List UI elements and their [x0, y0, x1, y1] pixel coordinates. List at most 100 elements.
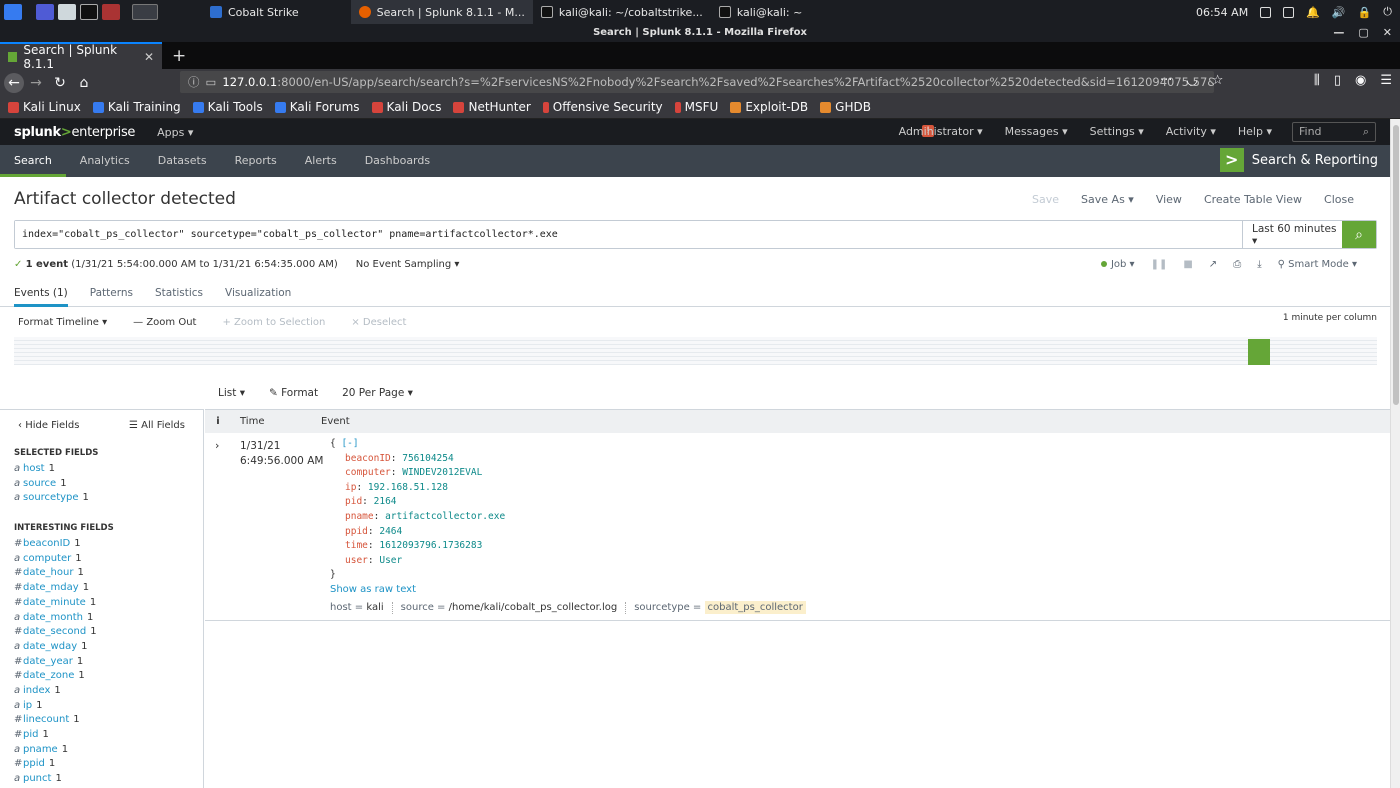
tab-patterns[interactable]: Patterns — [90, 280, 133, 307]
field-item-date-year[interactable]: #date_year 1 — [0, 655, 203, 670]
close-window-icon[interactable]: ✕ — [1383, 24, 1392, 42]
bookmark-kali-docs[interactable]: Kali Docs — [371, 100, 441, 114]
event-sampling-dropdown[interactable]: No Event Sampling ▾ — [356, 259, 460, 270]
minimize-icon[interactable]: — — [1333, 24, 1344, 42]
bookmark-exploit-db[interactable]: Exploit-DB — [730, 100, 808, 114]
field-item-date-month[interactable]: a date_month 1 — [0, 611, 203, 626]
json-key[interactable]: computer — [345, 467, 391, 478]
zoom-to-selection-button[interactable]: + Zoom to Selection — [222, 317, 325, 328]
json-key[interactable]: pname — [345, 511, 374, 522]
export-icon[interactable]: ⤓ — [1257, 259, 1261, 270]
task-cobalt-strike[interactable]: Cobalt Strike — [202, 0, 307, 24]
messages-menu[interactable]: Messages ▾ — [1005, 125, 1068, 138]
timeline-bar[interactable] — [1247, 339, 1270, 365]
expand-chevron-icon[interactable]: › — [215, 439, 219, 452]
app-title[interactable]: > Search & Reporting — [1219, 148, 1378, 172]
terminal-icon[interactable] — [80, 4, 98, 20]
scroll-thumb[interactable] — [1393, 125, 1399, 405]
json-key[interactable]: ip — [345, 482, 356, 493]
account-icon[interactable]: ◉ — [1355, 73, 1366, 88]
task-terminal-1[interactable]: kali@kali: ~/cobaltstrike... — [533, 0, 711, 24]
json-value[interactable]: WINDEV2012EVAL — [402, 467, 482, 478]
save-as-button[interactable]: Save As ▾ — [1081, 193, 1134, 206]
field-item-linecount[interactable]: #linecount 1 — [0, 713, 203, 728]
bookmark-kali-forums[interactable]: Kali Forums — [274, 100, 360, 114]
task-terminal-2[interactable]: kali@kali: ~ — [711, 0, 810, 24]
field-item-date-wday[interactable]: a date_wday 1 — [0, 640, 203, 655]
screenshot-icon[interactable] — [102, 4, 120, 20]
list-dropdown[interactable]: List ▾ — [218, 387, 245, 399]
nav-dashboards[interactable]: Dashboards — [351, 145, 444, 177]
pause-icon[interactable]: ❚❚ — [1151, 259, 1168, 270]
field-item-date-second[interactable]: #date_second 1 — [0, 625, 203, 640]
field-item-punct[interactable]: a punct 1 — [0, 772, 203, 787]
all-fields-button[interactable]: ☰ All Fields — [129, 420, 185, 431]
library-icon[interactable]: ⫼ — [1314, 73, 1320, 88]
field-item-source[interactable]: a source 1 — [0, 477, 203, 492]
nav-reports[interactable]: Reports — [221, 145, 291, 177]
nav-alerts[interactable]: Alerts — [291, 145, 351, 177]
bookmark-offensive-security[interactable]: Offensive Security — [542, 100, 663, 114]
json-value[interactable]: 756104254 — [402, 453, 453, 464]
back-icon[interactable]: ← — [4, 72, 24, 93]
sidebar-icon[interactable]: ▯ — [1334, 73, 1341, 88]
nav-analytics[interactable]: Analytics — [66, 145, 144, 177]
help-menu[interactable]: Help ▾ — [1238, 125, 1272, 138]
format-timeline-dropdown[interactable]: Format Timeline ▾ — [18, 317, 107, 328]
json-value[interactable]: 192.168.51.128 — [368, 482, 448, 493]
workspace-icon[interactable] — [1260, 6, 1272, 18]
pocket-icon[interactable]: ◡ — [1186, 73, 1197, 88]
menu-icon[interactable]: ☰ — [1380, 73, 1392, 88]
search-query-input[interactable] — [15, 221, 1242, 248]
page-scrollbar[interactable] — [1390, 119, 1400, 788]
firefox-launcher-icon[interactable] — [132, 4, 158, 20]
print-icon[interactable]: ⎙ — [1233, 259, 1241, 270]
splunk-logo[interactable]: splunk>enterprise — [14, 125, 135, 140]
field-item-sourcetype[interactable]: a sourcetype 1 — [0, 491, 203, 506]
field-item-index[interactable]: a index 1 — [0, 684, 203, 699]
field-item-date-hour[interactable]: #date_hour 1 — [0, 566, 203, 581]
field-item-host[interactable]: a host 1 — [0, 462, 203, 477]
field-item-ppid[interactable]: #ppid 1 — [0, 757, 203, 772]
apps-menu[interactable]: Apps ▾ — [157, 126, 193, 139]
share-icon[interactable]: ↗ — [1209, 259, 1217, 270]
hide-fields-button[interactable]: ‹ Hide Fields — [18, 420, 79, 431]
field-item-pname[interactable]: a pname 1 — [0, 743, 203, 758]
bookmark-nethunter[interactable]: NetHunter — [453, 100, 531, 114]
kali-menu-icon[interactable] — [4, 4, 22, 20]
browser-tab-splunk[interactable]: Search | Splunk 8.1.1 ✕ — [0, 42, 162, 71]
info-icon[interactable]: ⓘ — [188, 74, 200, 90]
field-item-pid[interactable]: #pid 1 — [0, 728, 203, 743]
home-icon[interactable]: ⌂ — [72, 75, 96, 91]
forward-icon[interactable]: → — [24, 75, 48, 91]
administrator-menu[interactable]: Administrator ▾ — [899, 125, 983, 138]
format-button[interactable]: ✎ Format — [269, 387, 318, 399]
json-key[interactable]: pid — [345, 496, 362, 507]
json-value[interactable]: artifactcollector.exe — [385, 511, 505, 522]
task-firefox[interactable]: Search | Splunk 8.1.1 - M... — [350, 0, 533, 24]
json-value[interactable]: 1612093796.1736283 — [379, 540, 482, 551]
smart-mode-dropdown[interactable]: ⚲ Smart Mode ▾ — [1278, 259, 1357, 270]
zoom-out-button[interactable]: — Zoom Out — [133, 317, 196, 328]
settings-menu[interactable]: Settings ▾ — [1090, 125, 1144, 138]
lock-icon[interactable]: 🔒 — [1358, 6, 1372, 19]
find-input[interactable]: Find ⌕ — [1292, 122, 1376, 142]
json-key[interactable]: ppid — [345, 526, 368, 537]
nav-search[interactable]: Search — [0, 145, 66, 177]
bookmark-kali-linux[interactable]: Kali Linux — [8, 100, 81, 114]
desktop-icon[interactable] — [36, 4, 54, 20]
field-item-date-zone[interactable]: #date_zone 1 — [0, 669, 203, 684]
json-value[interactable]: 2164 — [374, 496, 397, 507]
json-value[interactable]: 2464 — [379, 526, 402, 537]
create-table-view-button[interactable]: Create Table View — [1204, 193, 1302, 206]
save-button[interactable]: Save — [1032, 193, 1059, 206]
time-range-picker[interactable]: Last 60 minutes ▾ — [1242, 221, 1342, 248]
deselect-button[interactable]: × Deselect — [351, 317, 406, 328]
bookmark-ghdb[interactable]: GHDB — [820, 100, 871, 114]
meta-source[interactable]: source = /home/kali/cobalt_ps_collector.… — [401, 601, 618, 616]
reload-icon[interactable]: ↻ — [48, 75, 72, 91]
json-key[interactable]: user — [345, 555, 368, 566]
display-icon[interactable] — [1283, 6, 1295, 18]
tab-visualization[interactable]: Visualization — [225, 280, 291, 307]
tab-events[interactable]: Events (1) — [14, 280, 68, 307]
